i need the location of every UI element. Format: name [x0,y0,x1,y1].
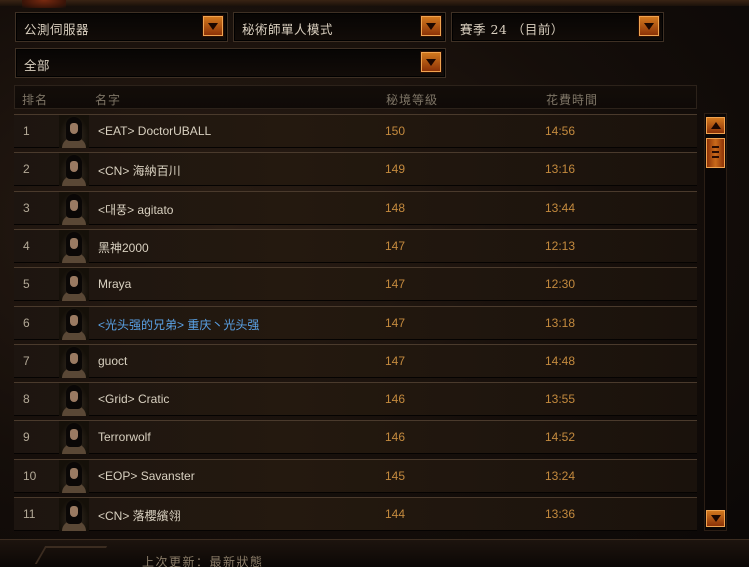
class-portrait-icon [59,191,89,225]
rank-cell: 9 [23,430,30,445]
scrollbar[interactable] [704,113,727,531]
rift-level-cell: 149 [385,162,406,177]
clan-filter-dropdown[interactable]: 全部 [15,48,446,78]
scroll-up-arrow-icon[interactable] [706,117,725,134]
class-portrait-icon [59,344,89,378]
time-spent-cell: 13:36 [545,507,576,521]
player-name[interactable]: <CN> 落櫻繽翎 [98,507,181,524]
class-portrait-icon [59,306,89,340]
player-name[interactable]: guoct [98,354,127,368]
class-portrait-icon [59,459,89,493]
table-row[interactable]: 8 <Grid> Cratic 146 13:55 [14,382,697,417]
rift-level-cell: 148 [385,200,406,215]
chevron-down-icon[interactable] [421,16,441,36]
scrollbar-thumb[interactable] [706,138,725,168]
last-updated-text: 上次更新：最新狀態 [142,555,264,567]
class-portrait-icon [59,153,89,187]
time-spent-cell: 14:48 [545,353,576,368]
class-portrait-icon [59,229,89,263]
class-portrait-icon [59,115,89,148]
rank-cell: 4 [23,238,30,253]
chevron-down-icon[interactable] [203,16,223,36]
server-dropdown-label: 公測伺服器 [24,22,90,37]
table-row[interactable]: 10 <EOP> Savanster 145 13:24 [14,458,697,493]
player-name[interactable]: Mraya [98,277,131,291]
top-ornament [22,0,66,8]
time-spent-cell: 13:55 [545,392,576,407]
rank-cell: 3 [23,200,30,215]
rank-cell: 6 [23,315,30,330]
mode-dropdown-label: 秘術師單人模式 [242,22,334,37]
rank-header[interactable]: 排名 [22,91,48,108]
rift-level-cell: 146 [385,430,406,445]
player-name[interactable]: Terrorwolf [98,430,151,444]
mode-dropdown[interactable]: 秘術師單人模式 [233,12,446,42]
table-row[interactable]: 3 <대풍> agitato 148 13:44 [14,190,697,225]
class-portrait-icon [59,421,89,455]
table-row[interactable]: 2 <CN> 海納百川 149 13:16 [14,152,697,187]
time-spent-cell: 13:44 [545,200,576,215]
class-portrait-icon [59,268,89,302]
rift-level-cell: 146 [385,392,406,407]
level-header[interactable]: 秘境等級 [386,91,438,108]
rift-level-cell: 144 [385,507,406,521]
rank-cell: 5 [23,277,30,292]
name-header[interactable]: 名字 [95,91,121,108]
time-spent-cell: 12:30 [545,277,576,292]
table-row[interactable]: 1 <EAT> DoctorUBALL 150 14:56 [14,114,697,148]
table-row[interactable]: 4 黑神2000 147 12:13 [14,228,697,263]
table-row[interactable]: 7 guoct 147 14:48 [14,343,697,378]
rift-level-cell: 147 [385,238,406,253]
time-header[interactable]: 花費時間 [546,91,598,108]
rank-cell: 2 [23,162,30,177]
time-spent-cell: 13:18 [545,315,576,330]
time-spent-cell: 13:24 [545,468,576,483]
player-name[interactable]: <Grid> Cratic [98,392,169,406]
season-dropdown-label: 賽季 24 （目前） [460,22,564,37]
rank-cell: 7 [23,353,30,368]
player-name[interactable]: <대풍> agitato [98,201,173,218]
footer-bar [0,539,749,567]
chevron-down-icon[interactable] [639,16,659,36]
footer-ornament [34,546,108,564]
season-dropdown[interactable]: 賽季 24 （目前） [451,12,664,42]
player-name[interactable]: <CN> 海納百川 [98,162,181,179]
rift-level-cell: 150 [385,124,406,138]
table-row[interactable]: 5 Mraya 147 12:30 [14,267,697,302]
table-row[interactable]: 6 <光头强的兄弟> 重庆丶光头强 147 13:18 [14,305,697,340]
rank-cell: 10 [23,468,37,483]
player-name[interactable]: <光头强的兄弟> 重庆丶光头强 [98,316,259,333]
rank-cell: 11 [23,507,36,521]
table-row[interactable]: 9 Terrorwolf 146 14:52 [14,420,697,455]
player-name[interactable]: <EOP> Savanster [98,469,195,483]
player-name[interactable]: 黑神2000 [98,239,149,256]
table-row[interactable]: 11 <CN> 落櫻繽翎 144 13:36 [14,497,697,531]
scroll-down-arrow-icon[interactable] [706,510,725,527]
time-spent-cell: 14:52 [545,430,576,445]
leaderboard-window: 公測伺服器 秘術師單人模式 賽季 24 （目前） 全部 排名 名字 秘境等級 花… [0,0,749,567]
rift-level-cell: 147 [385,315,406,330]
chevron-down-icon[interactable] [421,52,441,72]
player-name[interactable]: <EAT> DoctorUBALL [98,124,211,138]
rift-level-cell: 147 [385,277,406,292]
rank-cell: 1 [23,124,30,138]
time-spent-cell: 12:13 [545,238,576,253]
table-header: 排名 名字 秘境等級 花費時間 [14,85,697,109]
clan-filter-label: 全部 [24,58,51,73]
time-spent-cell: 13:16 [545,162,576,177]
rift-level-cell: 147 [385,353,406,368]
class-portrait-icon [59,383,89,417]
top-frame [0,0,749,8]
time-spent-cell: 14:56 [545,124,576,138]
rank-cell: 8 [23,392,30,407]
rift-level-cell: 145 [385,468,406,483]
server-dropdown[interactable]: 公測伺服器 [15,12,228,42]
class-portrait-icon [59,498,89,531]
